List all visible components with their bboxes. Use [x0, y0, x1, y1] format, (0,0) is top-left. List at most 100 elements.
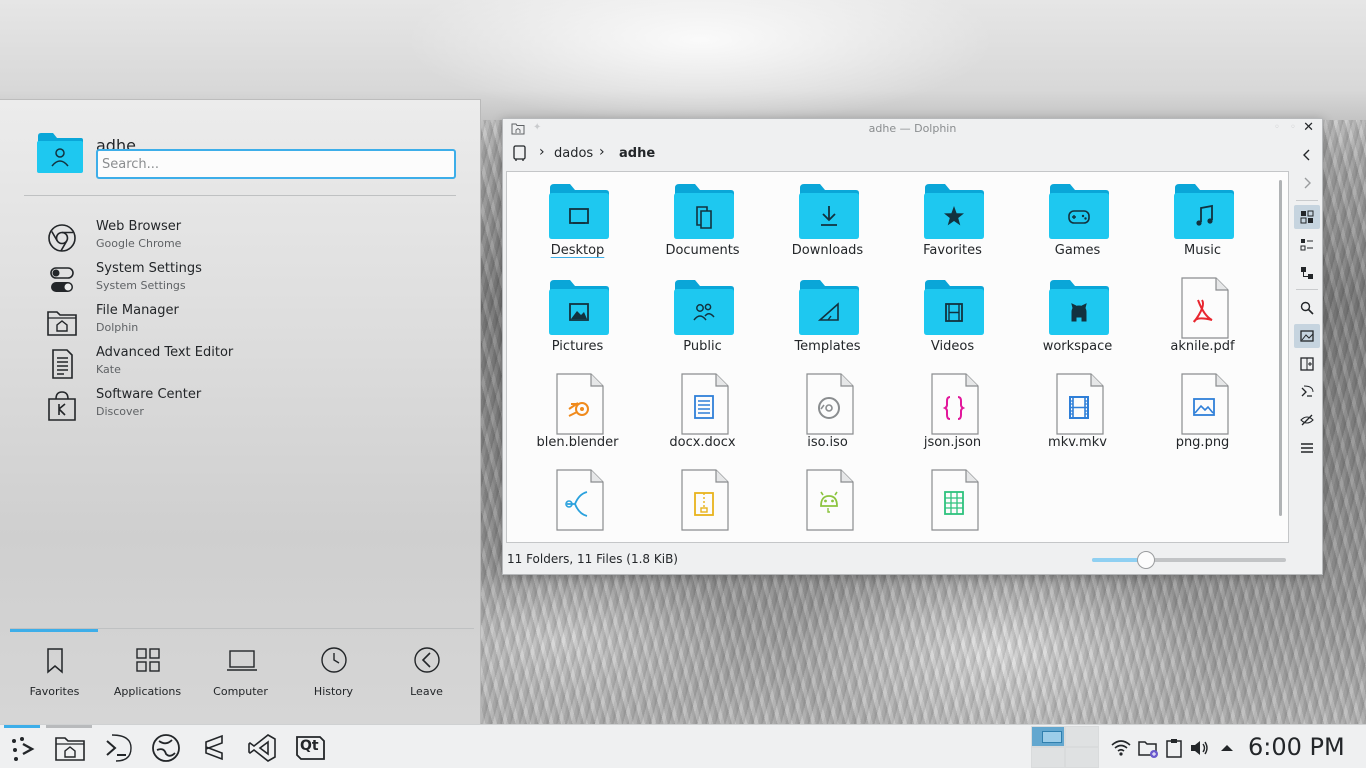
desktop-3[interactable] — [1031, 747, 1065, 768]
window-titlebar[interactable]: ✦ adhe — Dolphin ◦ ◦ ✕ — [503, 119, 1322, 139]
file-view[interactable]: Desktop Documents Downloads Favorites Games M… — [506, 171, 1289, 543]
virtual-desktop-pager[interactable] — [1031, 726, 1099, 768]
volume-icon[interactable] — [1188, 737, 1210, 759]
preview-button[interactable] — [1294, 324, 1320, 348]
compact-view-button[interactable] — [1294, 233, 1320, 257]
file-name: Downloads — [791, 243, 864, 258]
favorite-subtitle: Google Chrome — [96, 237, 182, 250]
folder-item[interactable]: Public — [640, 276, 765, 368]
split-view-button[interactable] — [1294, 352, 1320, 376]
folder-item[interactable]: Music — [1140, 180, 1265, 272]
grid-icon — [136, 648, 160, 672]
folder-icon — [674, 280, 734, 335]
file-name: Public — [683, 339, 722, 354]
folder-item[interactable]: Videos — [890, 276, 1015, 368]
file-icon — [806, 373, 854, 435]
search-button[interactable] — [1294, 296, 1320, 320]
desktop-2[interactable] — [1065, 726, 1099, 747]
file-name: blen.blender — [536, 435, 619, 450]
sublime-text-icon[interactable] — [198, 732, 230, 764]
scrollbar[interactable] — [1279, 180, 1282, 516]
qt-creator-icon[interactable]: Qt — [294, 732, 326, 764]
tab-label: Favorites — [29, 685, 80, 698]
breadcrumb-current[interactable]: adhe — [619, 146, 655, 161]
file-item[interactable] — [765, 468, 890, 542]
file-item[interactable]: docx.docx — [640, 372, 765, 464]
folder-item[interactable]: workspace — [1015, 276, 1140, 368]
folder-item[interactable]: Desktop — [515, 180, 640, 272]
favorite-software-center[interactable]: Software Center Discover — [44, 386, 444, 428]
launcher-tabs: Favorites Applications Computer History … — [8, 640, 474, 710]
file-item[interactable]: json.json — [890, 372, 1015, 464]
folder-item[interactable]: Games — [1015, 180, 1140, 272]
folder-icon — [1049, 280, 1109, 335]
hamburger-menu-icon — [1301, 443, 1313, 453]
folder-item[interactable]: Templates — [765, 276, 890, 368]
file-name: workspace — [1042, 339, 1113, 354]
chevron-right-icon: › — [539, 144, 545, 160]
maximize-icon[interactable]: ◦ — [1290, 122, 1296, 133]
zoom-slider-handle[interactable] — [1137, 551, 1156, 569]
icons-view-button[interactable] — [1294, 205, 1320, 229]
file-item[interactable]: iso.iso — [765, 372, 890, 464]
file-item[interactable]: mkv.mkv — [1015, 372, 1140, 464]
folder-item[interactable]: Documents — [640, 180, 765, 272]
settings-icon — [50, 267, 74, 292]
file-item[interactable]: png.png — [1140, 372, 1265, 464]
clipboard-icon[interactable] — [1163, 737, 1185, 759]
back-button[interactable] — [1294, 143, 1320, 167]
terminal-toggle-button[interactable] — [1294, 380, 1320, 404]
forward-button[interactable] — [1294, 171, 1320, 195]
file-item[interactable] — [640, 468, 765, 542]
favorite-file-manager[interactable]: File Manager Dolphin — [44, 302, 444, 344]
drive-icon[interactable] — [513, 145, 526, 161]
minimize-icon[interactable]: ◦ — [1274, 122, 1280, 133]
folder-item[interactable]: Downloads — [765, 180, 890, 272]
file-item[interactable] — [515, 468, 640, 542]
favorite-text-editor[interactable]: Advanced Text Editor Kate — [44, 344, 444, 386]
details-view-button[interactable] — [1294, 261, 1320, 285]
favorite-title: Web Browser — [96, 219, 182, 234]
favorite-title: System Settings — [96, 261, 202, 276]
tab-favorites[interactable]: Favorites — [8, 640, 101, 710]
back-arrow-icon — [414, 647, 440, 673]
browser-icon[interactable] — [150, 732, 182, 764]
bookmark-icon — [47, 648, 63, 674]
favorite-title: File Manager — [96, 303, 179, 318]
search-input[interactable] — [96, 149, 456, 179]
folder-item[interactable]: Pictures — [515, 276, 640, 368]
favorite-system-settings[interactable]: System Settings System Settings — [44, 260, 444, 302]
file-icon — [681, 469, 729, 531]
desktop-4[interactable] — [1065, 747, 1099, 768]
app-launcher-icon[interactable] — [6, 732, 38, 764]
divider — [24, 195, 456, 196]
tab-leave[interactable]: Leave — [380, 640, 473, 710]
clock[interactable]: 6:00 PM — [1248, 733, 1345, 761]
desktop-1[interactable] — [1031, 726, 1065, 747]
expand-tray-icon[interactable] — [1216, 737, 1238, 759]
menu-button[interactable] — [1294, 436, 1320, 460]
wifi-icon[interactable] — [1110, 737, 1132, 759]
tab-history[interactable]: History — [287, 640, 380, 710]
folder-sync-icon[interactable] — [1137, 737, 1159, 759]
file-manager-icon[interactable] — [54, 732, 86, 764]
file-name: Desktop — [550, 243, 605, 258]
file-item[interactable]: aknile.pdf — [1140, 276, 1265, 368]
file-name: png.png — [1175, 435, 1230, 450]
file-name: docx.docx — [669, 435, 736, 450]
folder-item[interactable]: Favorites — [890, 180, 1015, 272]
visual-studio-icon[interactable] — [246, 732, 278, 764]
file-manager-icon — [47, 311, 77, 336]
file-name: Templates — [794, 339, 861, 354]
file-item[interactable] — [890, 468, 1015, 542]
hidden-files-button[interactable] — [1294, 408, 1320, 432]
terminal-icon[interactable] — [102, 732, 134, 764]
favorite-web-browser[interactable]: Web Browser Google Chrome — [44, 218, 444, 260]
tab-applications[interactable]: Applications — [101, 640, 194, 710]
breadcrumb-item[interactable]: dados — [554, 146, 593, 161]
file-item[interactable]: blen.blender — [515, 372, 640, 464]
tab-computer[interactable]: Computer — [194, 640, 287, 710]
zoom-slider[interactable] — [1092, 558, 1286, 562]
chevron-right-icon — [1304, 177, 1311, 189]
close-icon[interactable]: ✕ — [1303, 120, 1314, 135]
